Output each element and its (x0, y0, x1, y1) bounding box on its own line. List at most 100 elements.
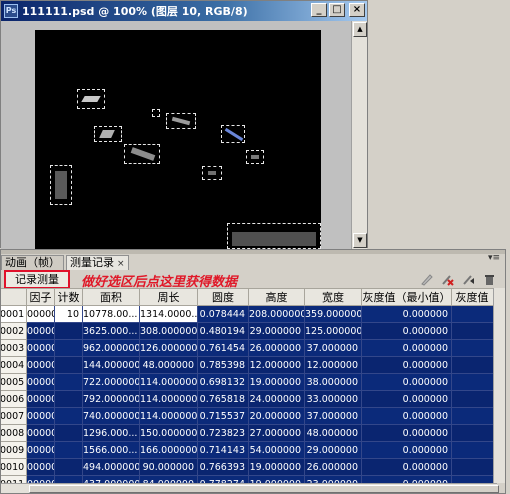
table-cell: 1296.000... (82, 424, 140, 442)
row-number: 0005 (1, 373, 27, 391)
table-cell: 722.000000 (82, 373, 140, 391)
delete-selected-icon[interactable] (440, 272, 455, 287)
table-cell: 359.000000 (304, 305, 362, 323)
table-cell: 33.000000 (304, 390, 362, 408)
row-number: 0007 (1, 407, 27, 425)
minimize-icon[interactable]: _ (311, 3, 327, 17)
column-header[interactable]: 宽度 (304, 288, 362, 306)
table-cell: 0.766393 (197, 458, 249, 476)
selected-shape (224, 127, 244, 142)
export-icon[interactable] (461, 272, 476, 287)
row-number: 0008 (1, 424, 27, 442)
table-cell: 0.698132 (197, 373, 249, 391)
document-titlebar[interactable]: Ps 111111.psd @ 100% (图层 10, RGB/8) _ □ … (1, 1, 367, 21)
table-row[interactable]: 0004 00000 144.000000 48.000000 0.785398 12.0… (1, 356, 497, 374)
table-cell: 27.000000 (248, 424, 305, 442)
column-header[interactable]: 面积 (82, 288, 140, 306)
table-row[interactable]: 0001 00000 10 10778.00... 1314.0000... 0.0784… (1, 305, 497, 323)
table-cell: 00000 (26, 390, 55, 408)
panel-toolbar: 记录测量 做好选区后点这里获得数据 (1, 270, 505, 290)
table-row[interactable]: 0002 00000 3625.000... 308.000000 0.480194 29… (1, 322, 497, 340)
panel-horizontal-scrollbar[interactable] (1, 483, 499, 493)
table-cell (54, 475, 83, 483)
column-header[interactable]: 计数 (54, 288, 83, 306)
table-cell: 0.785398 (197, 356, 249, 374)
column-header[interactable]: 圆度 (197, 288, 249, 306)
table-cell: 00000 (26, 441, 55, 459)
table-cell: 29.000000 (248, 322, 305, 340)
selection-marquee (227, 223, 321, 249)
scroll-down-icon[interactable]: ▼ (353, 233, 367, 248)
table-cell: 12.000000 (304, 356, 362, 374)
table-row[interactable]: 0003 00000 962.000000 126.000000 0.761454 26.… (1, 339, 497, 357)
selected-shape (130, 147, 156, 161)
table-cell: 92.0 (451, 458, 497, 476)
tab-label: 动画（帧） (5, 256, 60, 269)
table-cell: 0.000000 (361, 475, 452, 483)
table-row[interactable]: 0008 00000 1296.000... 150.000000 0.723823 27… (1, 424, 497, 442)
table-row[interactable]: 0010 00000 494.000000 90.000000 0.766393 19.0… (1, 458, 497, 476)
table-cell: 1566.000... (82, 441, 140, 459)
row-number: 0006 (1, 390, 27, 408)
selection-marquee (124, 144, 160, 164)
table-cell: 23.000000 (304, 475, 362, 483)
table-cell: 48.000000 (139, 356, 198, 374)
table-row[interactable]: 0006 00000 792.000000 114.000000 0.765818 24.… (1, 390, 497, 408)
panel-tabs: 动画（帧） 测量记录 × (1, 254, 131, 270)
selected-shape (99, 130, 115, 138)
table-cell: 0.714143 (197, 441, 249, 459)
table-row[interactable]: 001100000 437.00000084.0000000.77827419.0… (1, 475, 497, 483)
selected-shape (232, 232, 316, 246)
canvas-area (1, 21, 351, 249)
table-row[interactable]: 0007 00000 740.000000 114.000000 0.715537 20.… (1, 407, 497, 425)
scroll-up-icon[interactable]: ▲ (353, 22, 367, 37)
table-cell: 155.0 (451, 407, 497, 425)
scrollbar-thumb[interactable] (29, 485, 499, 493)
record-measurements-button[interactable]: 记录测量 (4, 270, 70, 289)
table-cell: 740.000000 (82, 407, 140, 425)
table-cell: 20.000000 (248, 407, 305, 425)
column-header[interactable] (1, 288, 27, 306)
maximize-icon[interactable]: □ (329, 3, 345, 17)
table-cell: 0.715537 (197, 407, 249, 425)
column-header[interactable]: 周长 (139, 288, 198, 306)
table-cell: 150.000000 (139, 424, 198, 442)
table-cell: 19.000000 (248, 458, 305, 476)
brush-icon[interactable] (419, 272, 434, 287)
table-cell: 0.778274 (197, 475, 249, 483)
selection-marquee (50, 165, 72, 205)
selection-marquee (246, 150, 264, 164)
row-number: 0003 (1, 339, 27, 357)
close-icon[interactable]: × (349, 3, 365, 17)
table-cell: 0.000000 (361, 390, 452, 408)
table-cell: 494.000000 (82, 458, 140, 476)
image-canvas[interactable] (35, 30, 321, 249)
table-cell: 104.0 (451, 424, 497, 442)
table-cell: 0.000000 (361, 407, 452, 425)
selection-marquee (77, 89, 105, 109)
table-cell: 29.000000 (304, 441, 362, 459)
table-row[interactable]: 0009 00000 1566.000... 166.000000 0.714143 54… (1, 441, 497, 459)
tab-animation[interactable]: 动画（帧） (1, 255, 64, 270)
table-cell: 12.000000 (248, 356, 305, 374)
selected-shape (171, 116, 191, 126)
panel-menu-icon[interactable]: ▾≡ (488, 253, 500, 263)
column-header[interactable]: 灰度值（最小值） (361, 288, 452, 306)
selected-shape (55, 171, 67, 199)
column-header[interactable]: 高度 (248, 288, 305, 306)
table-cell: 19.000000 (248, 373, 305, 391)
column-header[interactable]: 因子 (26, 288, 55, 306)
table-cell: 38.000000 (304, 373, 362, 391)
column-header[interactable]: 灰度值（最大 (451, 288, 497, 306)
table-row[interactable]: 0005 00000 722.000000 114.000000 0.698132 19.… (1, 373, 497, 391)
document-vertical-scrollbar[interactable]: ▲ ▼ (351, 21, 367, 249)
trash-icon[interactable] (482, 272, 497, 287)
tab-close-icon[interactable]: × (117, 259, 125, 269)
table-cell: 166.000000 (139, 441, 198, 459)
tab-measurement-log[interactable]: 测量记录 × (66, 255, 129, 270)
panel-vertical-scrollbar[interactable] (493, 288, 505, 483)
document-title: 111111.psd @ 100% (图层 10, RGB/8) (22, 5, 248, 18)
selected-shape (81, 96, 101, 102)
table-cell: 10778.00... (82, 305, 140, 323)
tab-label: 测量记录 (70, 256, 114, 269)
